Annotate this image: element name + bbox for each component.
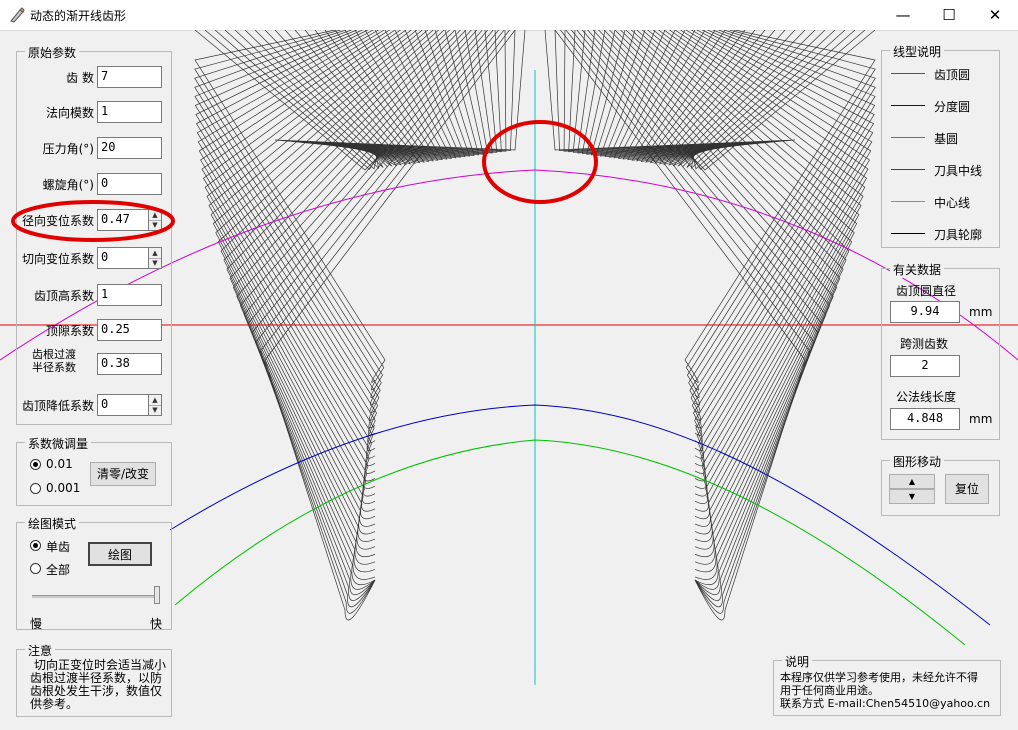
draw-mode-group: 绘图模式 <box>16 515 172 630</box>
tune-title: 系数微调量 <box>25 435 92 452</box>
move-up-button[interactable]: ▲ <box>889 474 935 489</box>
param-input-3[interactable]: 0 <box>97 173 162 195</box>
legend-label-3: 刀具中线 <box>934 164 983 178</box>
about-title: 说明 <box>782 653 813 670</box>
about-line-1: 本程序仅供学习参考使用，未经允许不得 <box>780 671 978 684</box>
note-title: 注意 <box>25 642 56 659</box>
about-line-3: 联系方式 E-mail:Chen54510@yahoo.cn <box>780 697 991 710</box>
base-tangent-label: 公法线长度 <box>896 390 957 404</box>
param-label-9: 齿顶降低系数 <box>21 399 94 413</box>
note-line-3: 供参考。 <box>30 697 79 711</box>
speed-slider-thumb[interactable] <box>154 586 160 604</box>
param-input-8[interactable]: 0.38 <box>97 353 162 375</box>
legend-label-1: 分度圆 <box>934 100 971 114</box>
param-label-2: 压力角(°) <box>42 142 94 156</box>
data-title: 有关数据 <box>890 261 945 278</box>
maximize-button[interactable]: ☐ <box>926 0 972 30</box>
move-title: 图形移动 <box>890 453 945 470</box>
param-label-5: 切向变位系数 <box>21 252 94 266</box>
base-circle <box>174 439 966 646</box>
tune-option-1: 0.001 <box>46 481 81 495</box>
legend-swatch-1 <box>891 105 925 106</box>
tune-radio-001[interactable] <box>30 459 41 470</box>
draw-button[interactable]: 绘图 <box>88 542 152 566</box>
param-label-8-line2: 半径系数 <box>32 361 76 374</box>
tune-radio-0001[interactable] <box>30 483 41 494</box>
spin-down-icon[interactable]: ▼ <box>149 258 161 268</box>
title-bar: 动态的渐开线齿形 — ☐ ✕ <box>0 0 1018 31</box>
param-spinner-5[interactable]: ▲ ▼ <box>148 247 162 269</box>
param-input-1[interactable]: 1 <box>97 101 162 123</box>
legend-swatch-4 <box>891 201 925 202</box>
param-input-6[interactable]: 1 <box>97 284 162 306</box>
legend-swatch-0 <box>891 73 925 74</box>
pitch-circle <box>169 404 991 626</box>
param-label-1: 法向模数 <box>45 106 94 120</box>
param-highlight <box>11 200 175 242</box>
minimize-button[interactable]: — <box>880 0 926 30</box>
spin-down-icon[interactable]: ▼ <box>149 405 161 415</box>
tip-diameter-field: 9.94 <box>890 301 960 323</box>
legend-swatch-3 <box>891 169 925 170</box>
param-input-9[interactable]: 0 <box>97 394 149 416</box>
legend-swatch-5 <box>891 233 925 234</box>
close-button[interactable]: ✕ <box>972 0 1018 30</box>
about-line-2: 用于任何商业用途。 <box>780 684 879 697</box>
all-teeth-radio[interactable] <box>30 563 41 574</box>
move-down-button[interactable]: ▼ <box>889 489 935 504</box>
position-reset-button[interactable]: 复位 <box>945 474 989 504</box>
param-input-2[interactable]: 20 <box>97 137 162 159</box>
tip-diameter-label: 齿顶圆直径 <box>896 284 957 298</box>
param-label-6: 齿顶高系数 <box>33 289 94 303</box>
legend-label-0: 齿顶圆 <box>934 68 971 82</box>
param-label-0: 齿 数 <box>66 71 94 85</box>
slow-label: 慢 <box>30 617 43 631</box>
tune-option-0: 0.01 <box>46 457 73 471</box>
legend-label-4: 中心线 <box>934 196 971 210</box>
tip-diameter-unit: mm <box>969 305 993 319</box>
span-teeth-label: 跨测齿数 <box>900 337 949 351</box>
single-tooth-radio[interactable] <box>30 540 41 551</box>
legend-label-2: 基圆 <box>934 132 959 146</box>
window-title: 动态的渐开线齿形 <box>30 9 127 23</box>
base-tangent-field: 4.848 <box>890 408 960 430</box>
draw-mode-title: 绘图模式 <box>25 515 80 532</box>
speed-slider-track[interactable] <box>32 595 158 598</box>
span-teeth-field: 2 <box>890 355 960 377</box>
base-tangent-unit: mm <box>969 412 993 426</box>
param-input-0[interactable]: 7 <box>97 66 162 88</box>
single-tooth-label: 单齿 <box>46 540 71 554</box>
legend-label-5: 刀具轮廓 <box>934 228 983 242</box>
app-icon <box>10 7 25 23</box>
params-title: 原始参数 <box>25 44 80 61</box>
legend-title: 线型说明 <box>890 43 945 60</box>
param-input-5[interactable]: 0 <box>97 247 149 269</box>
highlight-circle <box>482 120 598 204</box>
param-input-7[interactable]: 0.25 <box>97 319 162 341</box>
reset-change-button[interactable]: 清零/改变 <box>90 462 156 486</box>
param-label-3: 螺旋角(°) <box>42 178 94 192</box>
fast-label: 快 <box>150 617 163 631</box>
all-teeth-label: 全部 <box>46 563 71 577</box>
param-label-7: 顶隙系数 <box>45 324 94 338</box>
param-spinner-9[interactable]: ▲ ▼ <box>148 394 162 416</box>
legend-swatch-2 <box>891 137 925 138</box>
